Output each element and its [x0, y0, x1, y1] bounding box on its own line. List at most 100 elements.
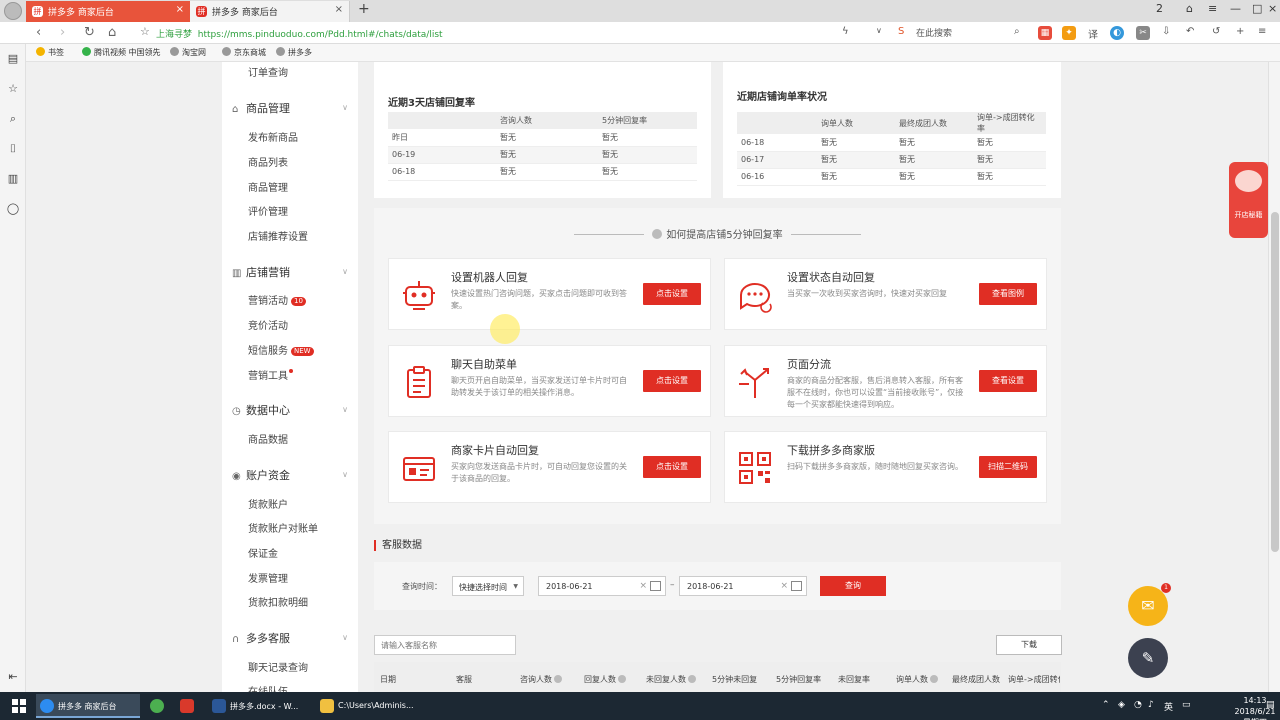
taskbar-item-browser[interactable]: 拼多多 商家后台	[36, 694, 140, 718]
sidebar-item-order-query[interactable]: 订单查询	[248, 64, 288, 79]
history-icon[interactable]: ↺	[1212, 26, 1220, 37]
sidebar-item[interactable]: 竞价活动	[248, 317, 288, 332]
browser-avatar[interactable]	[4, 2, 22, 20]
close-window-icon[interactable]: ×	[1268, 2, 1277, 15]
app-tray-icon[interactable]: ▭	[1182, 700, 1191, 710]
shop-tips-floating-card[interactable]: 开店秘籍	[1229, 162, 1268, 238]
volume-icon[interactable]: ♪	[1148, 700, 1154, 710]
taskbar-item-app[interactable]	[176, 694, 202, 718]
browser-tab[interactable]: 拼 拼多多 商家后台 ×	[190, 1, 350, 22]
page-scrollbar[interactable]	[1268, 62, 1280, 692]
add-icon[interactable]: +	[1236, 26, 1244, 37]
sidebar-item[interactable]: 保证金	[248, 545, 278, 560]
sidebar-group-funds[interactable]: ◉ 账户资金	[232, 467, 290, 483]
extension-icon[interactable]: ▦	[1038, 26, 1052, 40]
taskbar-item-app[interactable]	[146, 694, 172, 718]
calendar-icon[interactable]	[650, 581, 661, 591]
bookmark-item[interactable]: 淘宝网	[170, 47, 206, 58]
bracket-icon[interactable]: ⌷	[6, 142, 20, 156]
download-button[interactable]: 下载	[996, 635, 1062, 655]
minimize-icon[interactable]: —	[1230, 2, 1241, 15]
bookmark-item[interactable]: 腾讯视频 中国领先	[82, 47, 161, 58]
chat-icon[interactable]: ◯	[6, 202, 20, 216]
chevron-down-icon[interactable]: ∨	[342, 405, 348, 414]
sidebar-item[interactable]: 营销活动 10	[248, 292, 306, 307]
chevron-down-icon[interactable]: ∨	[342, 267, 348, 276]
bookmark-item[interactable]: 拼多多	[276, 47, 312, 58]
sidebar-item[interactable]: 货款扣款明细	[248, 594, 308, 609]
bookmark-item[interactable]: 京东商城	[222, 47, 266, 58]
reader-icon[interactable]: ▤	[6, 52, 20, 66]
sidebar-item[interactable]: 短信服务 NEW	[248, 342, 314, 357]
notifications-icon[interactable]: ▤	[1266, 700, 1275, 710]
compass-icon[interactable]: ◐	[1110, 26, 1124, 40]
ime-label[interactable]: 英	[1164, 700, 1173, 713]
menu-icon[interactable]: ≡	[1208, 2, 1217, 15]
sidebar-group-service[interactable]: ∩ 多多客服	[232, 630, 290, 646]
chevron-down-icon[interactable]: ∨	[342, 470, 348, 479]
favorite-star-icon[interactable]: ☆	[140, 25, 150, 38]
service-name-input[interactable]	[374, 635, 516, 655]
close-icon[interactable]: ×	[176, 4, 184, 15]
sidebar-item[interactable]: 商品数据	[248, 431, 288, 446]
search-engine-label[interactable]: 在此搜索	[916, 26, 952, 39]
sidebar-item[interactable]: 聊天记录查询	[248, 659, 308, 674]
reload-icon[interactable]: ↻	[84, 25, 95, 40]
sidebar-group-goods[interactable]: ⌂ 商品管理	[232, 100, 290, 116]
quick-time-select[interactable]: 快捷选择时间 ▼	[452, 576, 524, 596]
search-icon[interactable]: ⌕	[6, 112, 20, 126]
help-icon[interactable]	[618, 675, 626, 683]
sidebar-item[interactable]: 在线队伍	[248, 683, 288, 692]
calendar-icon[interactable]	[791, 581, 802, 591]
help-icon[interactable]	[930, 675, 938, 683]
screenshot-icon[interactable]: ✂	[1136, 26, 1150, 40]
search-engine-icon[interactable]: S	[898, 26, 904, 37]
scan-qr-button[interactable]: 扫描二维码	[979, 456, 1037, 478]
scrollbar-thumb[interactable]	[1271, 212, 1279, 552]
sidebar-group-marketing[interactable]: ▥ 店铺营销	[232, 264, 290, 280]
menu-setup-button[interactable]: 点击设置	[643, 370, 701, 392]
robot-setup-button[interactable]: 点击设置	[643, 283, 701, 305]
sidebar-item[interactable]: 发票管理	[248, 570, 288, 585]
sidebar-item[interactable]: 货款账户	[248, 496, 288, 511]
windows-start-icon[interactable]	[12, 699, 26, 713]
sidebar-item[interactable]: 商品管理	[248, 179, 288, 194]
start-date-picker[interactable]: 2018-06-21 ×	[538, 576, 666, 596]
chart-icon[interactable]: ▥	[6, 172, 20, 186]
sidebar-group-data[interactable]: ◷ 数据中心	[232, 402, 290, 418]
download-icon[interactable]: ⇩	[1162, 26, 1170, 37]
new-tab-icon[interactable]: +	[358, 1, 370, 17]
browser-tab-active[interactable]: 拼 拼多多 商家后台 ×	[26, 1, 190, 22]
close-icon[interactable]: ×	[335, 4, 343, 15]
bookmark-item[interactable]: 书签	[36, 47, 64, 58]
clear-icon[interactable]: ×	[639, 581, 647, 591]
collapse-icon[interactable]: ⇤	[6, 670, 20, 684]
sidebar-item[interactable]: 货款账户对账单	[248, 520, 318, 535]
taskbar-item-explorer[interactable]: C:\Users\Adminis...	[316, 694, 420, 718]
star-icon[interactable]: ☆	[6, 82, 20, 96]
tray-chevron-icon[interactable]: ⌃	[1102, 700, 1110, 710]
clear-icon[interactable]: ×	[780, 581, 788, 591]
wifi-icon[interactable]: ◔	[1134, 700, 1142, 710]
feedback-button[interactable]: ✎	[1128, 638, 1168, 678]
chevron-down-icon[interactable]: ∨	[342, 633, 348, 642]
network-icon[interactable]: ◈	[1118, 700, 1125, 710]
sidebar-item[interactable]: 营销工具	[248, 367, 293, 382]
translate-label[interactable]: 译	[1088, 26, 1098, 41]
forward-icon[interactable]: ›	[60, 25, 65, 40]
chevron-down-icon[interactable]: ∨	[876, 26, 882, 35]
more-icon[interactable]: ≡	[1258, 26, 1266, 37]
help-icon[interactable]	[554, 675, 562, 683]
sidebar-item[interactable]: 商品列表	[248, 154, 288, 169]
shirt-icon[interactable]: ⌂	[1186, 2, 1193, 15]
sidebar-item[interactable]: 店铺推荐设置	[248, 228, 308, 243]
query-button[interactable]: 查询	[820, 576, 886, 596]
sidebar-item[interactable]: 发布新商品	[248, 129, 298, 144]
lightning-icon[interactable]: ϟ	[842, 26, 849, 37]
card-reply-setup-button[interactable]: 点击设置	[643, 456, 701, 478]
search-icon[interactable]: ⌕	[1014, 26, 1020, 37]
maximize-icon[interactable]: □	[1252, 2, 1262, 15]
taskbar-item-word[interactable]: 拼多多.docx - W...	[208, 694, 312, 718]
message-button[interactable]: ✉ 1	[1128, 583, 1171, 626]
back-icon[interactable]: ‹	[36, 25, 41, 40]
